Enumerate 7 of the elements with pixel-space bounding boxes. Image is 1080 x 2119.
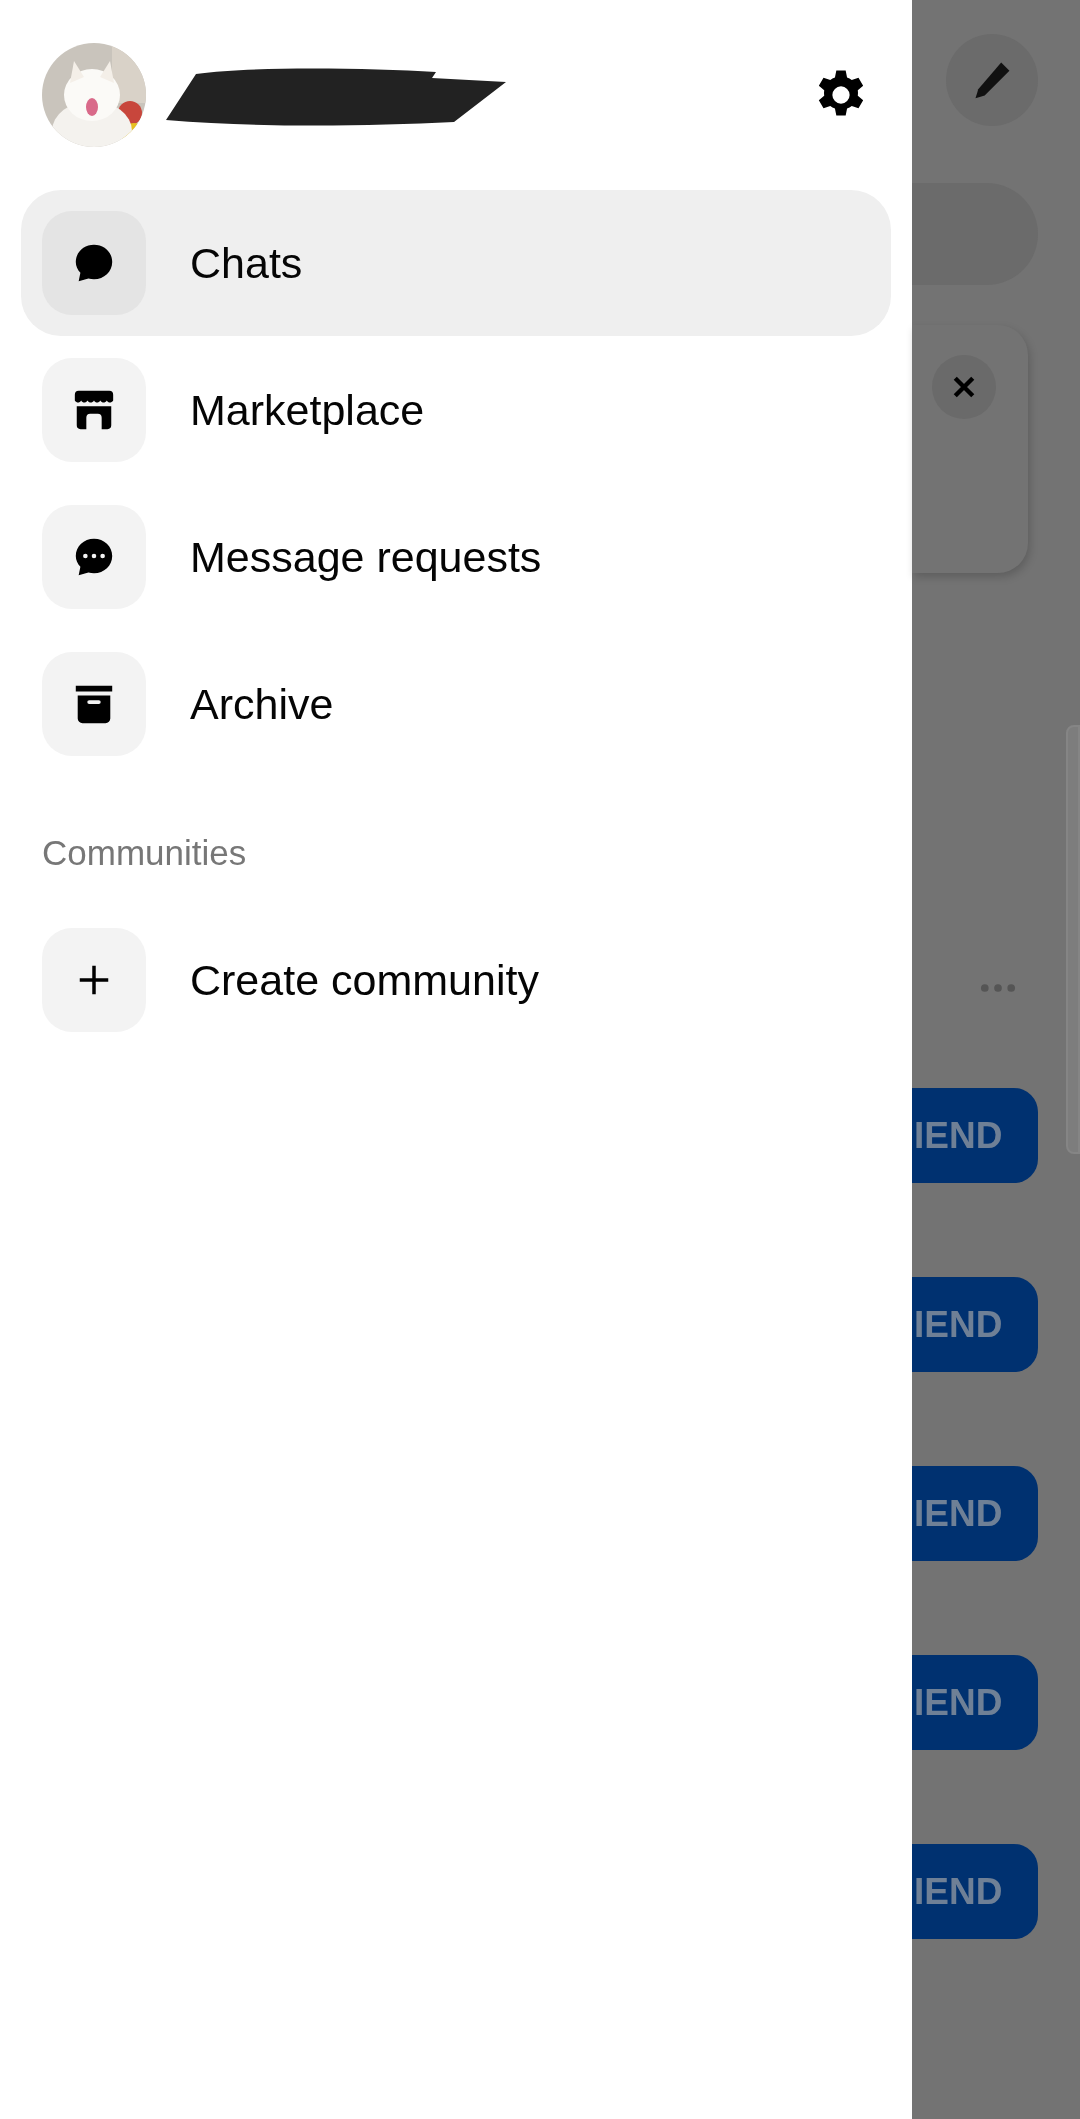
menu-item[interactable]: Message requests: [21, 484, 891, 630]
menu-item[interactable]: Create community: [21, 907, 891, 1053]
menu-item[interactable]: Archive: [21, 631, 891, 777]
menu-item[interactable]: Marketplace: [21, 337, 891, 483]
menu-item[interactable]: Chats: [21, 190, 891, 336]
section-heading: Communities: [41, 832, 248, 874]
search-field[interactable]: [912, 183, 1038, 285]
